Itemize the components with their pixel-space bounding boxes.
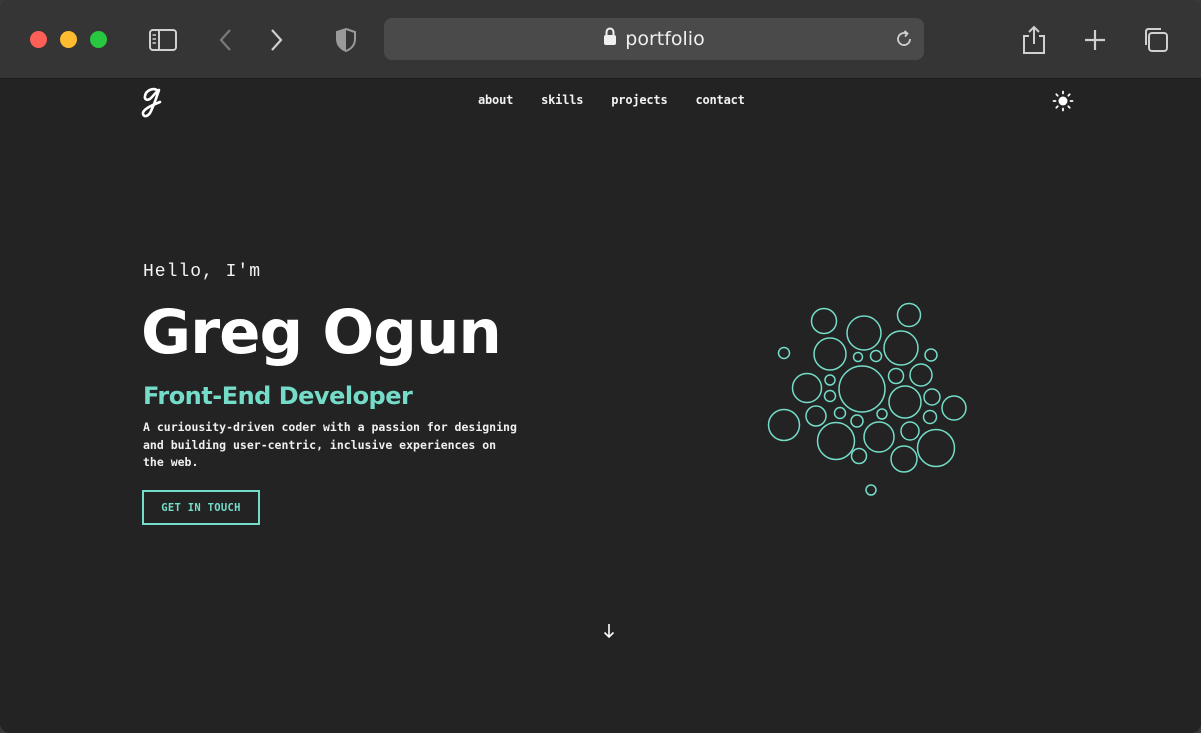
address-url: portfolio	[625, 28, 705, 50]
nav-projects[interactable]: projects	[611, 93, 667, 107]
address-bar[interactable]: portfolio	[384, 18, 924, 60]
hero-role: Front-End Developer	[143, 382, 413, 410]
share-icon[interactable]	[1018, 24, 1050, 56]
nav-contact[interactable]: contact	[695, 93, 744, 107]
tabs-overview-icon[interactable]	[1140, 24, 1172, 56]
main-nav: about skills projects contact	[478, 93, 745, 107]
nav-about[interactable]: about	[478, 93, 513, 107]
sun-icon[interactable]	[1052, 90, 1074, 112]
bubbles-illustration	[767, 302, 967, 496]
close-window-button[interactable]	[30, 31, 47, 48]
portfolio-page: about skills projects contact Hello, I'm…	[0, 79, 1201, 733]
sidebar-icon[interactable]	[147, 24, 179, 56]
browser-toolbar: portfolio	[0, 0, 1201, 79]
zoom-window-button[interactable]	[90, 31, 107, 48]
hero-description: A curiousity-driven coder with a passion…	[143, 420, 517, 469]
plus-icon[interactable]	[1079, 24, 1111, 56]
minimize-window-button[interactable]	[60, 31, 77, 48]
arrow-down-icon[interactable]	[601, 621, 617, 641]
nav-skills[interactable]: skills	[541, 93, 583, 107]
chevron-left-icon[interactable]	[210, 24, 242, 56]
g-logo-icon[interactable]	[138, 85, 168, 119]
lock-icon	[603, 27, 617, 51]
get-in-touch-button[interactable]: GET IN TOUCH	[142, 490, 260, 525]
hero-name: Greg Ogun	[141, 297, 502, 368]
chevron-right-icon[interactable]	[260, 24, 292, 56]
shield-icon[interactable]	[330, 24, 362, 56]
greeting: Hello, I'm	[143, 262, 262, 282]
reload-icon[interactable]	[892, 27, 916, 51]
browser-window: portfolio about skills projects contact …	[0, 0, 1201, 733]
